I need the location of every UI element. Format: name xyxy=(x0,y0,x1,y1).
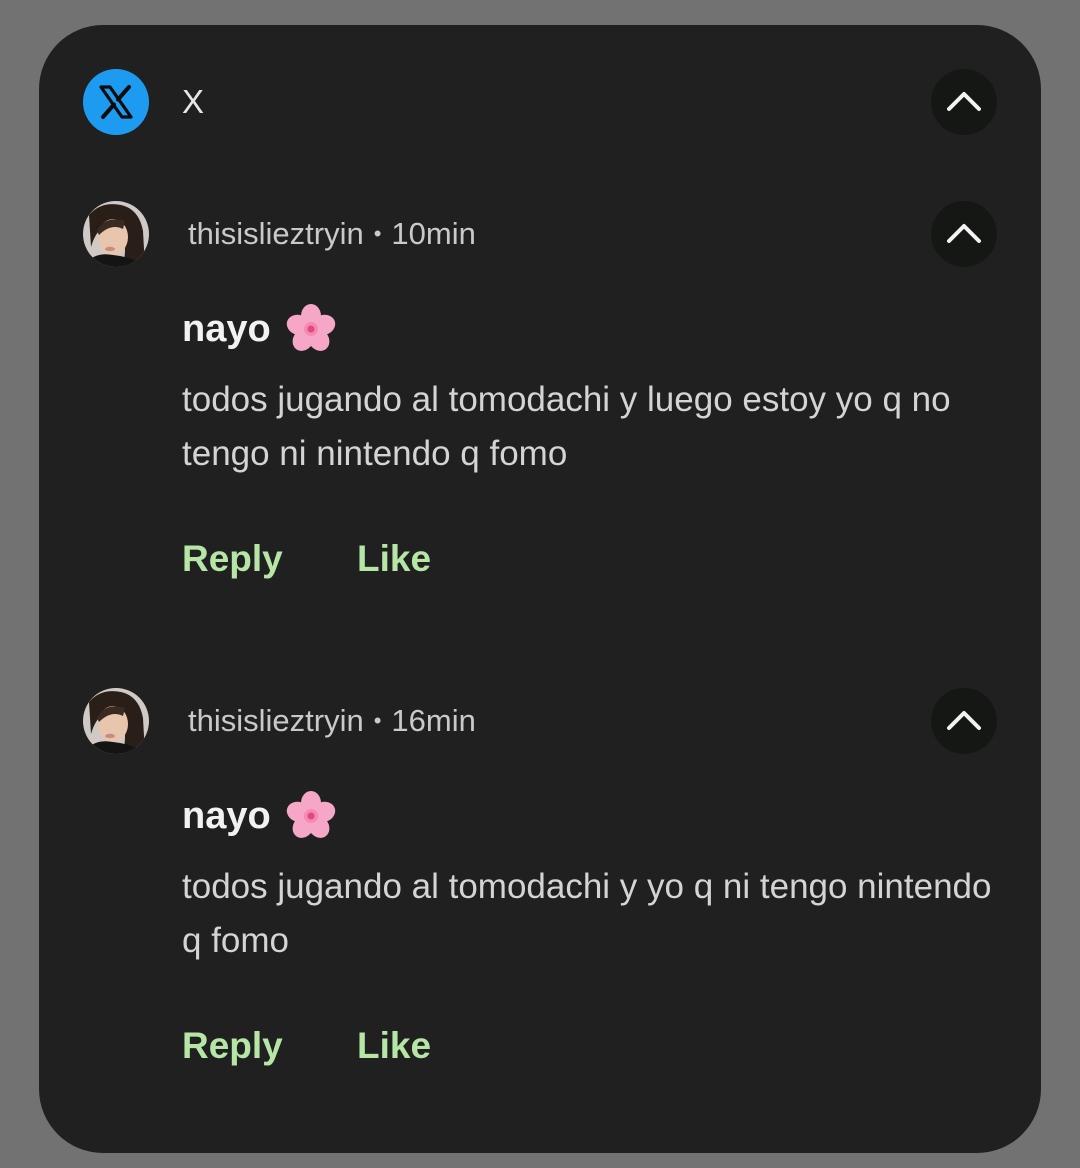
sender-line: nayo xyxy=(182,790,337,842)
reply-button[interactable]: Reply xyxy=(182,537,283,581)
avatar xyxy=(83,201,149,267)
cherry-blossom-icon xyxy=(286,304,335,351)
cherry-blossom-icon xyxy=(286,791,335,838)
x-logo-icon xyxy=(83,69,149,135)
message-item[interactable]: thisislieztryin • 16min nayo todos jugan… xyxy=(39,688,1041,1128)
message-text: todos jugando al tomodachi y luego estoy… xyxy=(182,380,951,473)
notification-card: X thisislieztryin • 10min nayo todos jug… xyxy=(39,25,1041,1153)
reply-button[interactable]: Reply xyxy=(182,1024,283,1068)
account-name: thisislieztryin xyxy=(188,703,364,738)
timestamp: 16min xyxy=(391,703,476,738)
collapse-notification-button[interactable] xyxy=(931,69,997,135)
collapse-message-button[interactable] xyxy=(931,201,997,267)
sender-line: nayo xyxy=(182,303,337,355)
notification-meta: thisislieztryin • 16min xyxy=(188,702,476,740)
message-item[interactable]: thisislieztryin • 10min nayo todos jugan… xyxy=(39,201,1041,641)
chevron-up-icon xyxy=(947,224,981,243)
like-button[interactable]: Like xyxy=(357,537,431,581)
avatar xyxy=(83,688,149,754)
account-name: thisislieztryin xyxy=(188,216,364,251)
sender-name: nayo xyxy=(182,308,271,350)
notification-header: X xyxy=(39,25,1041,185)
chevron-up-icon xyxy=(947,92,981,111)
app-name: X xyxy=(182,83,205,120)
chevron-up-icon xyxy=(947,711,981,730)
collapse-message-button[interactable] xyxy=(931,688,997,754)
message-text: todos jugando al tomodachi y yo q ni ten… xyxy=(182,867,992,960)
timestamp: 10min xyxy=(391,216,476,251)
sender-name: nayo xyxy=(182,795,271,837)
meta-separator: • xyxy=(373,221,382,246)
notification-meta: thisislieztryin • 10min xyxy=(188,215,476,253)
like-button[interactable]: Like xyxy=(357,1024,431,1068)
meta-separator: • xyxy=(373,708,382,733)
